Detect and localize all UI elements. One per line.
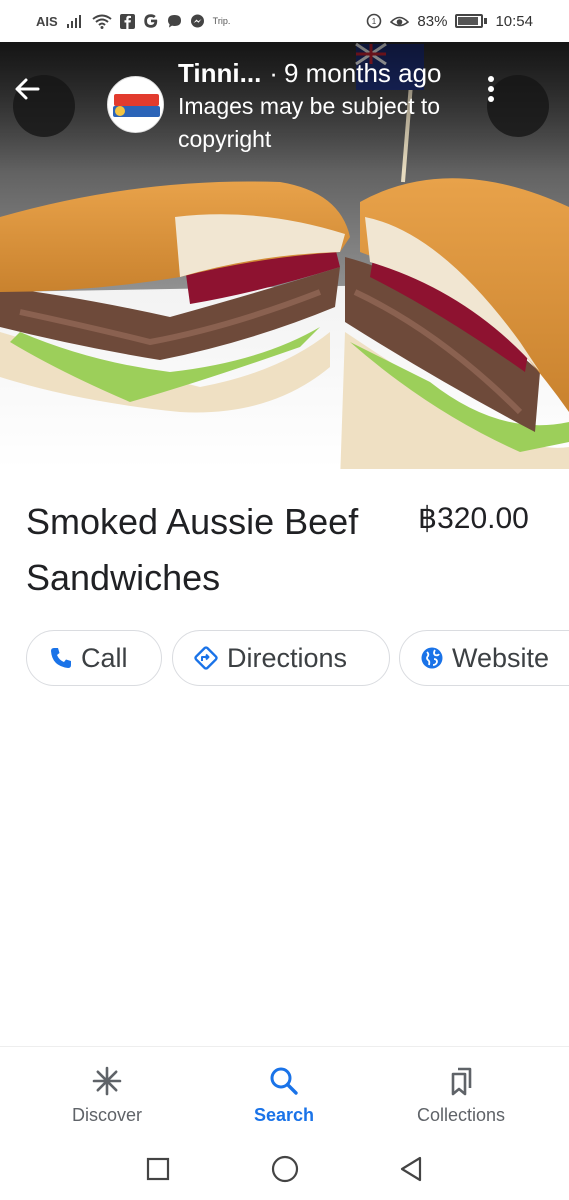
directions-button[interactable]: Directions — [172, 630, 390, 686]
website-button[interactable]: Website — [399, 630, 569, 686]
status-left: AIS Trip. — [36, 13, 230, 29]
battery-percent: 83% — [417, 12, 448, 30]
photo-meta-line: Tinni... · 9 months ago — [178, 56, 478, 90]
google-icon — [143, 13, 159, 29]
nav-collections[interactable]: Collections — [381, 1047, 541, 1139]
nav-collections-label: Collections — [416, 1105, 506, 1125]
messenger-icon — [190, 14, 205, 29]
trip-label: Trip. — [212, 16, 231, 26]
system-back-button[interactable] — [396, 1154, 426, 1184]
item-price: ฿320.00 — [418, 502, 529, 535]
photo-meta: Tinni... · 9 months ago Images may be subj… — [178, 56, 478, 156]
nav-search-label: Search — [253, 1105, 315, 1125]
bookmarks-icon — [445, 1065, 477, 1097]
search-icon — [268, 1065, 300, 1097]
item-title: Smoked Aussie Beef Sandwiches — [26, 501, 359, 598]
call-button[interactable]: Call — [26, 630, 162, 686]
globe-icon — [421, 647, 443, 669]
circle-icon — [271, 1155, 299, 1183]
directions-label: Directions — [227, 642, 348, 673]
carrier-label: AIS — [36, 13, 58, 29]
home-button[interactable] — [270, 1154, 300, 1184]
website-label: Website — [452, 642, 550, 673]
bottom-nav: Discover Search Collections — [0, 1046, 569, 1138]
more-vert-icon — [488, 76, 494, 102]
tinnie-logo-icon — [108, 77, 163, 132]
call-label: Call — [81, 642, 128, 673]
triangle-back-icon — [400, 1156, 422, 1182]
photo-age: 9 months ago — [283, 58, 442, 88]
nav-discover-label: Discover — [71, 1105, 142, 1125]
back-button[interactable] — [13, 75, 75, 137]
facebook-icon — [119, 13, 135, 29]
recents-button[interactable] — [143, 1154, 173, 1184]
square-icon — [146, 1157, 170, 1181]
phone-icon — [51, 648, 71, 668]
directions-icon — [194, 646, 218, 670]
battery-icon — [455, 14, 488, 28]
more-options-button[interactable] — [487, 75, 549, 137]
hero-photo[interactable]: Tinni... · 9 months ago Images may be subj… — [0, 42, 569, 469]
arrow-back-icon — [15, 78, 40, 100]
author-name[interactable]: Tinni... — [178, 58, 261, 88]
nav-search[interactable]: Search — [204, 1047, 364, 1139]
svg-text:1: 1 — [372, 17, 377, 26]
copyright-caption: Images may be subject to copyright — [178, 93, 441, 152]
author-avatar[interactable] — [107, 76, 164, 133]
eye-comfort-icon — [390, 14, 410, 28]
discover-icon — [91, 1065, 123, 1097]
system-nav-bar — [0, 1138, 569, 1200]
status-right: 1 83% 10:54 — [366, 13, 533, 30]
wifi-icon — [92, 14, 112, 29]
clock: 10:54 — [495, 12, 533, 30]
status-bar: AIS Trip. 1 83% 10:54 — [0, 0, 569, 42]
action-chips: Call Directions Website — [26, 630, 569, 686]
signal-icon — [66, 14, 84, 28]
meta-separator: · — [269, 58, 278, 88]
data-saver-icon: 1 — [366, 13, 382, 29]
chat-icon — [167, 14, 182, 29]
nav-discover[interactable]: Discover — [27, 1047, 187, 1139]
